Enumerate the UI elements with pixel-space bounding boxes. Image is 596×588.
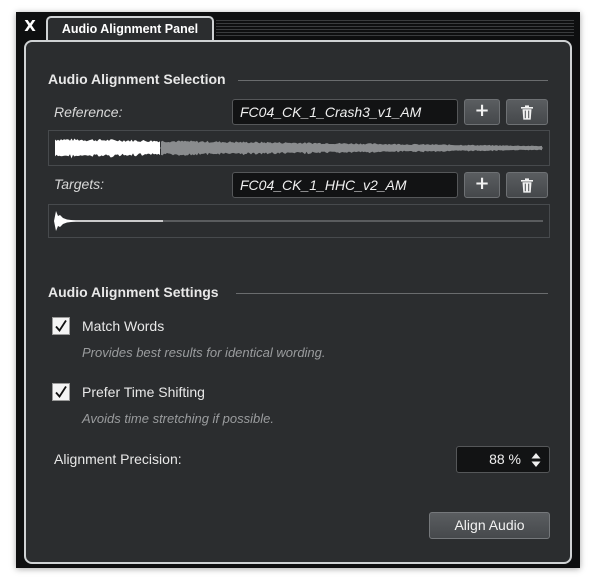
add-target-button[interactable]: + xyxy=(464,172,500,198)
targets-field[interactable]: FC04_CK_1_HHC_v2_AM xyxy=(232,172,458,198)
selection-section-title: Audio Alignment Selection xyxy=(48,71,226,87)
targets-label: Targets: xyxy=(54,176,105,192)
tab-bar-grip xyxy=(216,20,574,38)
add-reference-button[interactable]: + xyxy=(464,99,500,125)
prefer-time-shifting-checkbox[interactable] xyxy=(52,383,70,401)
align-audio-button[interactable]: Align Audio xyxy=(429,512,550,539)
audio-alignment-window: X Audio Alignment Panel Audio Alignment … xyxy=(16,12,580,568)
match-words-hint: Provides best results for identical word… xyxy=(82,345,326,360)
targets-waveform-graphic xyxy=(54,211,543,231)
match-words-checkbox[interactable] xyxy=(52,317,70,335)
alignment-precision-value: 88 % xyxy=(489,451,521,467)
stepper-arrows-icon[interactable] xyxy=(531,452,541,468)
delete-reference-button[interactable] xyxy=(506,99,548,125)
close-button[interactable]: X xyxy=(22,17,38,35)
checkmark-icon xyxy=(55,320,67,332)
targets-waveform xyxy=(48,204,550,238)
trash-icon xyxy=(521,178,533,193)
reference-waveform-graphic xyxy=(55,138,543,159)
delete-target-button[interactable] xyxy=(506,172,548,198)
reference-label: Reference: xyxy=(54,104,123,120)
prefer-time-shifting-hint: Avoids time stretching if possible. xyxy=(82,411,274,426)
settings-section-title: Audio Alignment Settings xyxy=(48,284,219,300)
selection-section-divider xyxy=(238,80,548,81)
tab-audio-alignment-panel[interactable]: Audio Alignment Panel xyxy=(46,16,214,40)
tab-bar: X Audio Alignment Panel xyxy=(16,12,580,40)
reference-waveform xyxy=(48,130,550,166)
alignment-precision-stepper[interactable]: 88 % xyxy=(456,446,550,473)
trash-icon xyxy=(521,105,533,120)
prefer-time-shifting-label[interactable]: Prefer Time Shifting xyxy=(82,384,205,400)
alignment-precision-label: Alignment Precision: xyxy=(54,451,182,467)
audio-alignment-panel: Audio Alignment Selection Reference: FC0… xyxy=(24,40,572,564)
match-words-label[interactable]: Match Words xyxy=(82,318,164,334)
settings-section-divider xyxy=(236,293,548,294)
checkmark-icon xyxy=(55,386,67,398)
reference-field[interactable]: FC04_CK_1_Crash3_v1_AM xyxy=(232,99,458,125)
